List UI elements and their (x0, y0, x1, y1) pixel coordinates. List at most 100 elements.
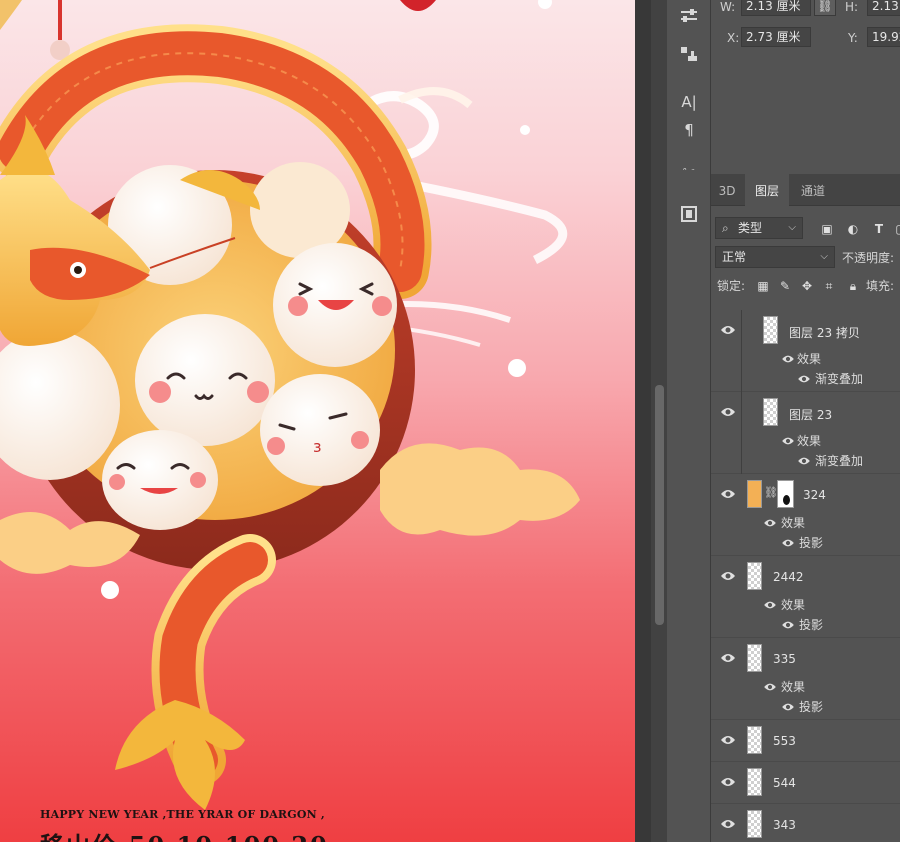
layer-name[interactable]: 544 (773, 776, 796, 790)
layer-row[interactable]: ⛓ 324 效果 投影 (711, 474, 900, 556)
shape-filter-icon[interactable]: ▢ (893, 221, 900, 237)
link-icon[interactable]: ⛓ (814, 0, 836, 16)
opacity-label: 不透明度: (842, 251, 895, 265)
svg-text:ɜ: ɜ (313, 437, 322, 456)
poster-subtitle: HAPPY NEW YEAR ,THE YRAR OF DARGON , (40, 808, 325, 821)
visibility-eye-icon[interactable] (720, 488, 736, 500)
poster-price-text: 移山价:50.10:100.20 (40, 826, 329, 842)
effects-eye-icon[interactable] (763, 600, 777, 610)
layer-row[interactable]: 553 (711, 720, 900, 762)
lock-move-icon[interactable]: ✥ (799, 278, 815, 294)
lock-label: 锁定: (717, 279, 746, 293)
x-field[interactable]: 2.73 厘米 (741, 27, 811, 47)
effect-name[interactable]: 渐变叠加 (815, 452, 863, 469)
layer-row[interactable]: 图层 23 效果 渐变叠加 (711, 392, 900, 474)
height-label: H: (845, 0, 859, 14)
effects-label: 效果 (781, 598, 806, 612)
panel-icon-strip-lower (667, 170, 711, 842)
effects-eye-icon[interactable] (763, 518, 777, 528)
layer-thumbnail (763, 316, 778, 344)
width-label: W: (720, 0, 736, 14)
layer-thumbnail (747, 644, 762, 672)
panel-icon-strip: A| ¶ ✂ (667, 0, 711, 181)
filter-row: ⌕ 类型 ⌵ ▣ ◐ T ▢ (711, 214, 900, 242)
layer-name[interactable]: 图层 23 (789, 406, 832, 423)
paragraph-icon[interactable]: ¶ (677, 118, 701, 142)
effects-eye-icon[interactable] (763, 682, 777, 692)
tab-3d[interactable]: 3D (711, 174, 743, 206)
clone-source-icon[interactable] (677, 42, 701, 66)
visibility-eye-icon[interactable] (720, 734, 736, 746)
properties-panel: W: 2.13 厘米 ⛓ H: 2.13 厘 X: 2.73 厘米 Y: 19.… (711, 0, 900, 60)
width-field[interactable]: 2.13 厘米 (741, 0, 811, 16)
chevron-down-icon: ⌵ (820, 251, 828, 262)
layer-thumbnail (747, 810, 762, 838)
layer-name[interactable]: 324 (803, 488, 826, 502)
document-canvas[interactable]: ɜ HAPPY NEW YEAR ,THE YRAR OF DARGON , 移… (0, 0, 635, 842)
effects-label: 效果 (797, 352, 822, 366)
adjustment-filter-icon[interactable]: ◐ (845, 221, 861, 237)
effect-eye-icon[interactable] (781, 620, 795, 630)
chevron-down-icon: ⌵ (788, 222, 796, 233)
layer-row[interactable]: 544 (711, 762, 900, 804)
tab-layers[interactable]: 图层 (745, 174, 789, 206)
visibility-eye-icon[interactable] (720, 570, 736, 582)
filter-type-dropdown[interactable]: ⌕ 类型 ⌵ (715, 217, 803, 239)
canvas-edge (635, 0, 651, 842)
effects-eye-icon[interactable] (781, 354, 795, 364)
layer-mask-thumbnail[interactable] (777, 480, 794, 508)
layer-row[interactable]: 2442 效果 投影 (711, 556, 900, 638)
layer-name[interactable]: 2442 (773, 570, 804, 584)
lock-all-icon[interactable]: 🔒︎ (845, 278, 861, 294)
y-field[interactable]: 19.92 (867, 27, 900, 47)
type-filter-icon[interactable]: T (871, 221, 887, 237)
fill-label: 填充: (866, 279, 895, 293)
layers-panel: 3D 图层 通道 ⌕ 类型 ⌵ ▣ ◐ T ▢ 正常 ⌵ 不透明度: 锁定: ▦… (711, 174, 900, 842)
layers-list: 图层 23 拷贝 效果 渐变叠加 图层 23 效果 渐变叠加 ⛓ 324 效果 … (711, 310, 900, 842)
effects-eye-icon[interactable] (781, 436, 795, 446)
visibility-eye-icon[interactable] (720, 776, 736, 788)
layer-name[interactable]: 335 (773, 652, 796, 666)
effect-name[interactable]: 投影 (799, 698, 823, 715)
effect-eye-icon[interactable] (797, 374, 811, 384)
effect-name[interactable]: 投影 (799, 534, 823, 551)
search-icon: ⌕ (722, 221, 729, 235)
layer-thumbnail (747, 480, 762, 508)
effect-eye-icon[interactable] (781, 538, 795, 548)
lock-brush-icon[interactable]: ✎ (777, 278, 793, 294)
properties-panel-empty (711, 60, 900, 174)
poster-artwork: ɜ (0, 0, 580, 810)
layer-row[interactable]: 335 效果 投影 (711, 638, 900, 720)
effect-name[interactable]: 渐变叠加 (815, 370, 863, 387)
visibility-eye-icon[interactable] (720, 818, 736, 830)
layer-name[interactable]: 553 (773, 734, 796, 748)
adjustments-icon[interactable] (677, 4, 701, 28)
layer-row[interactable]: 343 (711, 804, 900, 842)
tab-channels[interactable]: 通道 (791, 174, 835, 206)
visibility-eye-icon[interactable] (720, 652, 736, 664)
layer-row[interactable]: 图层 23 拷贝 效果 渐变叠加 (711, 310, 900, 392)
visibility-eye-icon[interactable] (720, 324, 736, 336)
character-icon[interactable]: A| (677, 90, 701, 114)
visibility-eye-icon[interactable] (720, 406, 736, 418)
scrollbar-thumb[interactable] (655, 385, 664, 625)
effect-eye-icon[interactable] (797, 456, 811, 466)
libraries-icon[interactable] (677, 202, 701, 226)
blend-mode-dropdown[interactable]: 正常 ⌵ (715, 246, 835, 268)
filter-type-label: 类型 (738, 221, 763, 235)
y-label: Y: (848, 31, 858, 45)
layer-name[interactable]: 343 (773, 818, 796, 832)
effects-label: 效果 (797, 434, 822, 448)
height-field[interactable]: 2.13 厘 (867, 0, 900, 16)
lock-artboard-icon[interactable]: ⌗ (821, 278, 837, 294)
effect-eye-icon[interactable] (781, 702, 795, 712)
effect-name[interactable]: 投影 (799, 616, 823, 633)
effects-label: 效果 (781, 680, 806, 694)
lock-transparent-icon[interactable]: ▦ (755, 278, 771, 294)
layer-name[interactable]: 图层 23 拷贝 (789, 324, 860, 341)
layer-thumbnail (747, 562, 762, 590)
lock-row: 锁定: ▦ ✎ ✥ ⌗ 🔒︎ 填充: (711, 272, 900, 300)
layer-thumbnail (763, 398, 778, 426)
x-label: X: (727, 31, 740, 45)
pixel-filter-icon[interactable]: ▣ (819, 221, 835, 237)
